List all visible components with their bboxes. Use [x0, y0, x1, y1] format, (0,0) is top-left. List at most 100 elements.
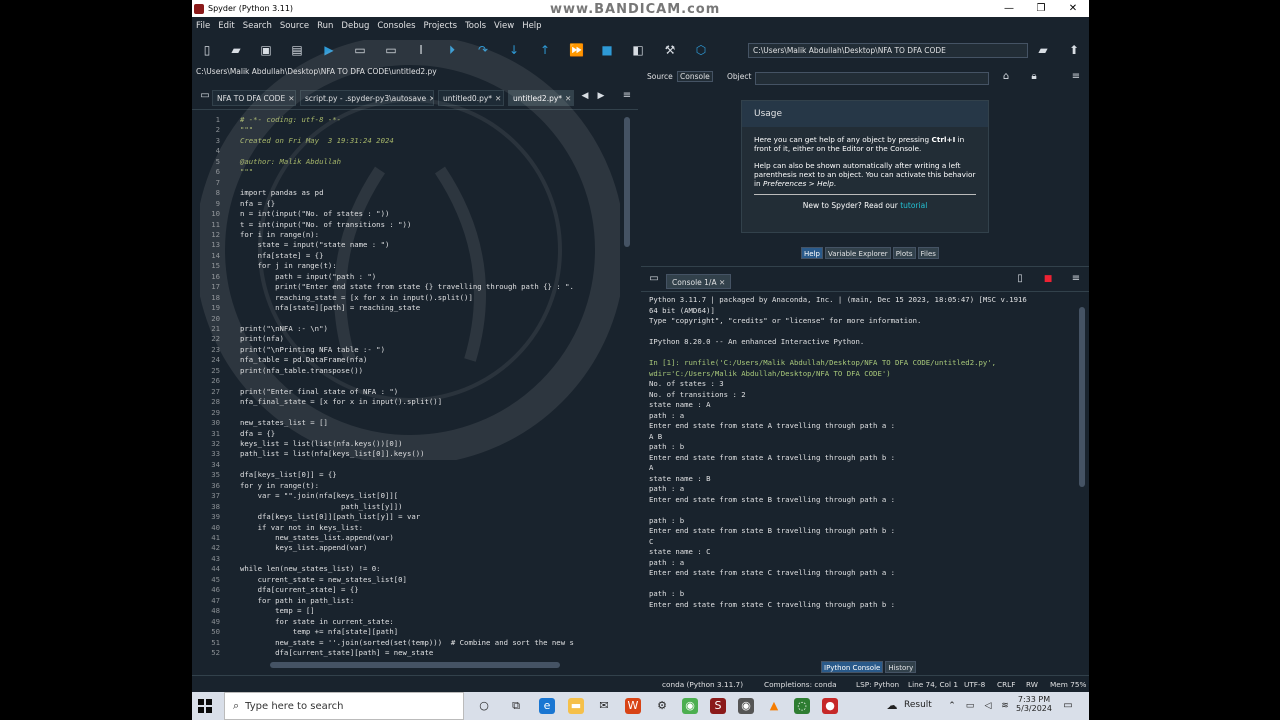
cortana-icon[interactable]: ○ [476, 698, 492, 714]
status-lsp[interactable]: LSP: Python [856, 680, 899, 689]
close-console-tab-icon[interactable]: ✕ [719, 278, 725, 287]
menu-view[interactable]: View [490, 21, 518, 31]
menu-file[interactable]: File [192, 21, 214, 31]
wps-office-icon[interactable]: W [625, 698, 641, 714]
tab-untitled2[interactable]: untitled2.py* ✕ [508, 90, 574, 106]
status-completions[interactable]: Completions: conda [764, 680, 837, 689]
tab-ipython-console[interactable]: IPython Console [821, 661, 884, 673]
menu-search[interactable]: Search [239, 21, 276, 31]
close-button[interactable]: ✕ [1057, 0, 1089, 17]
editor-vertical-scrollbar[interactable] [624, 113, 630, 658]
run-icon[interactable]: ▶ [322, 43, 336, 57]
tab-variable-explorer[interactable]: Variable Explorer [824, 247, 891, 259]
spyder-taskbar-icon[interactable]: S [710, 698, 726, 714]
stop-debug-icon[interactable]: ■ [600, 43, 614, 57]
save-icon[interactable]: ▣ [259, 43, 273, 57]
working-directory-field[interactable]: C:\Users\Malik Abdullah\Desktop\NFA TO D… [748, 43, 1028, 58]
file-explorer-icon[interactable]: ▬ [568, 698, 584, 714]
console-options-menu-icon[interactable]: ≡ [1069, 272, 1083, 286]
help-options-menu-icon[interactable]: ≡ [1069, 70, 1083, 84]
scrollbar-thumb[interactable] [624, 117, 630, 247]
line-number: 11 [211, 219, 220, 229]
menu-debug[interactable]: Debug [337, 21, 373, 31]
new-file-icon[interactable]: ▯ [200, 43, 214, 57]
windows-start-icon[interactable] [198, 699, 212, 713]
status-env[interactable]: conda (Python 3.11.7) [662, 680, 743, 689]
tab-help[interactable]: Help [801, 247, 823, 259]
code-line: path_list[y]]) [240, 501, 403, 511]
tab-untitled0[interactable]: untitled0.py* ✕ [438, 90, 504, 106]
save-all-icon[interactable]: ▤ [290, 43, 304, 57]
python-path-icon[interactable]: ⬡ [694, 43, 708, 57]
weather-icon[interactable]: ☁ [884, 698, 900, 714]
menu-projects[interactable]: Projects [420, 21, 462, 31]
console-vertical-scrollbar[interactable] [1079, 301, 1085, 651]
mail-icon[interactable]: ✉ [596, 698, 612, 714]
close-tab-icon[interactable]: ✕ [288, 94, 294, 103]
tray-chevron-up-icon[interactable]: ⌃ [944, 698, 960, 714]
maximize-pane-icon[interactable]: ◧ [631, 43, 645, 57]
stop-kernel-icon[interactable]: ■ [1041, 272, 1055, 286]
clear-console-icon[interactable]: ▯ [1013, 272, 1027, 286]
tutorial-link[interactable]: tutorial [900, 201, 927, 210]
code-editor[interactable]: 1 2 3 4 5 6 7 8 9 10 11 12 13 14 15 16 17 18 19 20 21 22 23 24 2… [192, 111, 632, 661]
scroll-tabs-left-icon[interactable]: ◀ [578, 89, 592, 103]
scrollbar-thumb[interactable] [270, 662, 560, 668]
tab-script-autosave[interactable]: script.py - .spyder-py3\autosave✕ [300, 90, 434, 106]
menu-tools[interactable]: Tools [461, 21, 490, 31]
object-input[interactable] [755, 72, 989, 85]
task-view-icon[interactable]: ⧉ [508, 698, 524, 714]
volume-icon[interactable]: ◁ [980, 698, 996, 714]
chrome-icon[interactable]: ◉ [682, 698, 698, 714]
tab-plots[interactable]: Plots [892, 247, 916, 259]
tab-nfa-to-dfa-code[interactable]: NFA TO DFA CODE ✕ [212, 90, 296, 106]
menu-source[interactable]: Source [276, 21, 313, 31]
vlc-icon[interactable]: ▲ [766, 698, 782, 714]
menu-run[interactable]: Run [313, 21, 337, 31]
tab-files[interactable]: Files [917, 247, 939, 259]
home-icon[interactable]: ⌂ [999, 70, 1013, 84]
minimize-button[interactable]: — [993, 0, 1025, 17]
preferences-wrench-icon[interactable]: ⚒ [663, 43, 677, 57]
taskbar-search-box[interactable]: ⌕ Type here to search [224, 692, 464, 720]
wifi-icon[interactable]: ≋ [997, 698, 1013, 714]
browse-tabs-icon[interactable]: ▭ [198, 89, 212, 103]
step-icon[interactable]: ↷ [476, 43, 490, 57]
source-select[interactable]: Console [677, 71, 713, 82]
anaconda-icon[interactable]: ◌ [794, 698, 810, 714]
bandicam-icon[interactable]: ● [822, 698, 838, 714]
edge-browser-icon[interactable]: e [539, 698, 555, 714]
close-tab-icon[interactable]: ✕ [495, 94, 501, 103]
continue-icon[interactable]: ⏩ [569, 43, 584, 57]
tab-history[interactable]: History [885, 661, 917, 673]
chrome-profile-icon[interactable]: ◉ [738, 698, 754, 714]
run-cell-icon[interactable]: ▭ [353, 43, 367, 57]
scrollbar-thumb[interactable] [1079, 307, 1085, 487]
browse-console-tabs-icon[interactable]: ▭ [647, 272, 661, 286]
network-icon[interactable]: ▭ [962, 698, 978, 714]
debug-icon[interactable]: ⏵ [445, 43, 459, 57]
editor-options-menu-icon[interactable]: ≡ [620, 89, 634, 103]
run-cell-advance-icon[interactable]: ▭ [384, 43, 398, 57]
menu-help[interactable]: Help [518, 21, 545, 31]
open-folder-icon[interactable]: ▰ [229, 43, 243, 57]
scroll-tabs-right-icon[interactable]: ▶ [594, 89, 608, 103]
step-into-icon[interactable]: ↓ [507, 43, 521, 57]
settings-gear-icon[interactable]: ⚙ [654, 698, 670, 714]
close-tab-icon[interactable]: ✕ [429, 94, 433, 103]
maximize-button[interactable]: ❐ [1025, 0, 1057, 17]
menu-consoles[interactable]: Consoles [373, 21, 419, 31]
weather-result-label[interactable]: Result [904, 700, 932, 710]
notifications-icon[interactable]: ▭ [1060, 698, 1076, 714]
browse-folder-icon[interactable]: ▰ [1036, 43, 1050, 57]
lock-icon[interactable]: 🔒︎ [1027, 70, 1041, 84]
ipython-console-output[interactable]: Python 3.11.7 | packaged by Anaconda, In… [641, 293, 1081, 653]
close-tab-icon[interactable]: ✕ [565, 94, 571, 103]
step-return-icon[interactable]: ↑ [538, 43, 552, 57]
run-selection-icon[interactable]: I [414, 43, 428, 57]
parent-dir-icon[interactable]: ⬆ [1067, 43, 1081, 57]
editor-horizontal-scrollbar[interactable] [232, 661, 622, 669]
console-tab[interactable]: Console 1/A ✕ [666, 274, 732, 289]
clock[interactable]: 7:33 PM 5/3/2024 [1014, 695, 1054, 713]
menu-edit[interactable]: Edit [214, 21, 238, 31]
